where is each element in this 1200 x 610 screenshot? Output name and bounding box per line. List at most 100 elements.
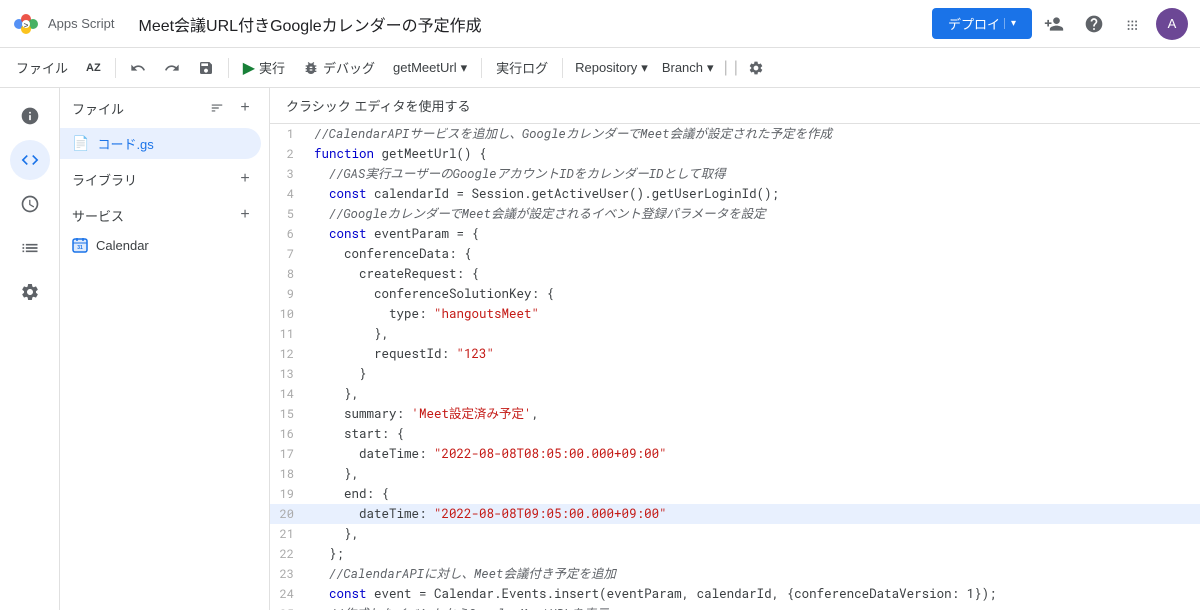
line-content: function getMeetUrl() { <box>310 144 1200 164</box>
save-button[interactable] <box>190 54 222 82</box>
table-row: 6 const eventParam = { <box>270 224 1200 244</box>
svg-text:31: 31 <box>77 245 83 251</box>
calendar-service-icon: 31 <box>72 237 88 253</box>
undo-icon <box>130 60 146 76</box>
services-header: サービス + <box>60 195 269 231</box>
line-content: start: { <box>310 424 1200 444</box>
line-number: 15 <box>270 404 310 424</box>
table-row: 4 const calendarId = Session.getActiveUs… <box>270 184 1200 204</box>
divider-1 <box>115 58 116 78</box>
help-button[interactable] <box>1076 6 1112 42</box>
line-content: type: "hangoutsMeet" <box>310 304 1200 324</box>
deploy-button[interactable]: デプロイ ▾ <box>932 8 1032 39</box>
apps-button[interactable] <box>1116 6 1152 42</box>
avatar[interactable]: A <box>1156 8 1188 40</box>
top-bar: > Apps Script Meet会議URL付きGoogleカレンダーの予定作… <box>0 0 1200 48</box>
line-content: //CalendarAPIに対し、Meet会議付き予定を追加 <box>310 564 1200 584</box>
file-icon: 📄 <box>72 135 89 152</box>
sidebar-item-settings[interactable] <box>10 272 50 312</box>
file-menu-label: ファイル <box>16 58 68 77</box>
divider-6: | <box>732 59 740 77</box>
line-number: 10 <box>270 304 310 324</box>
table-row: 10 type: "hangoutsMeet" <box>270 304 1200 324</box>
project-title: Meet会議URL付きGoogleカレンダーの予定作成 <box>138 12 931 36</box>
debug-icon <box>303 60 319 76</box>
clock-icon <box>20 194 40 214</box>
save-icon <box>198 60 214 76</box>
services-add-button[interactable]: + <box>233 203 257 227</box>
files-add-button[interactable]: + <box>233 96 257 120</box>
line-content: conferenceData: { <box>310 244 1200 264</box>
line-number: 16 <box>270 424 310 444</box>
file-item-code-gs[interactable]: 📄 コード.gs <box>60 128 261 159</box>
line-number: 9 <box>270 284 310 304</box>
table-row: 24 const event = Calendar.Events.insert(… <box>270 584 1200 604</box>
undo-button[interactable] <box>122 54 154 82</box>
line-content: const calendarId = Session.getActiveUser… <box>310 184 1200 204</box>
repository-label: Repository <box>575 60 637 75</box>
line-content: dateTime: "2022-08-08T08:05:00.000+09:00… <box>310 444 1200 464</box>
toolbar: ファイル AZ ▶ 実行 デバッグ getMeetUrl ▾ 実行ログ Repo… <box>0 48 1200 88</box>
table-row: 25 //作成したイベントからGoogle MeetURLを表示 <box>270 604 1200 610</box>
sort-icon <box>210 101 224 115</box>
libraries-header: ライブラリ + <box>60 159 269 195</box>
divider-4 <box>562 58 563 78</box>
line-number: 24 <box>270 584 310 604</box>
table-row: 22 }; <box>270 544 1200 564</box>
repository-button[interactable]: Repository ▾ <box>569 54 654 82</box>
add-collaborator-button[interactable] <box>1036 6 1072 42</box>
redo-icon <box>164 60 180 76</box>
file-menu-button[interactable]: ファイル <box>8 54 76 82</box>
line-number: 20 <box>270 504 310 524</box>
line-content: }, <box>310 384 1200 404</box>
line-content: requestId: "123" <box>310 344 1200 364</box>
editor-settings-button[interactable] <box>742 54 770 82</box>
line-content: //CalendarAPIサービスを追加し、GoogleカレンダーでMeet会議… <box>310 124 1200 144</box>
line-content: //GoogleカレンダーでMeet会議が設定されるイベント登録パラメータを設定 <box>310 204 1200 224</box>
service-item-calendar[interactable]: 31 Calendar <box>60 231 269 259</box>
table-row: 3 //GAS実行ユーザーのGoogleアカウントIDをカレンダーIDとして取得 <box>270 164 1200 184</box>
app-name-label: Apps Script <box>48 16 114 31</box>
info-icon <box>20 106 40 126</box>
line-number: 22 <box>270 544 310 564</box>
files-sort-button[interactable] <box>205 96 229 120</box>
line-content: } <box>310 364 1200 384</box>
file-panel: ファイル + 📄 コード.gs ライブラリ + サービス + <box>60 88 270 610</box>
main-area: ファイル + 📄 コード.gs ライブラリ + サービス + <box>0 88 1200 610</box>
line-content: //作成したイベントからGoogle MeetURLを表示 <box>310 604 1200 610</box>
classic-editor-banner[interactable]: クラシック エディタを使用する <box>270 88 1200 124</box>
divider-5: | <box>722 59 730 77</box>
apps-grid-icon <box>1124 14 1144 34</box>
exec-log-button[interactable]: 実行ログ <box>488 54 556 82</box>
line-number: 8 <box>270 264 310 284</box>
sidebar-item-triggers[interactable] <box>10 184 50 224</box>
line-content: }, <box>310 464 1200 484</box>
table-row: 8 createRequest: { <box>270 264 1200 284</box>
table-row: 18 }, <box>270 464 1200 484</box>
repository-chevron-icon: ▾ <box>641 60 648 76</box>
deploy-chevron-icon: ▾ <box>1004 18 1016 29</box>
redo-button[interactable] <box>156 54 188 82</box>
line-number: 23 <box>270 564 310 584</box>
table-row: 11 }, <box>270 324 1200 344</box>
file-name: コード.gs <box>97 134 153 153</box>
branch-button[interactable]: Branch ▾ <box>656 54 720 82</box>
sidebar-item-info[interactable] <box>10 96 50 136</box>
az-sort-button[interactable]: AZ <box>78 54 109 82</box>
run-button[interactable]: ▶ 実行 <box>235 54 293 82</box>
debug-button[interactable]: デバッグ <box>295 54 383 82</box>
apps-script-logo: > <box>12 10 40 38</box>
line-content: createRequest: { <box>310 264 1200 284</box>
function-selector[interactable]: getMeetUrl ▾ <box>385 54 475 82</box>
table-row: 13 } <box>270 364 1200 384</box>
line-content: }; <box>310 544 1200 564</box>
deploy-label: デプロイ <box>948 14 1000 33</box>
sidebar-item-editor[interactable] <box>10 140 50 180</box>
sidebar-item-executions[interactable] <box>10 228 50 268</box>
debug-label: デバッグ <box>323 58 375 77</box>
code-editor[interactable]: 1//CalendarAPIサービスを追加し、GoogleカレンダーでMeet会… <box>270 124 1200 610</box>
libraries-add-button[interactable]: + <box>233 167 257 191</box>
table-row: 15 summary: 'Meet設定済み予定', <box>270 404 1200 424</box>
line-number: 18 <box>270 464 310 484</box>
settings-icon <box>20 282 40 302</box>
